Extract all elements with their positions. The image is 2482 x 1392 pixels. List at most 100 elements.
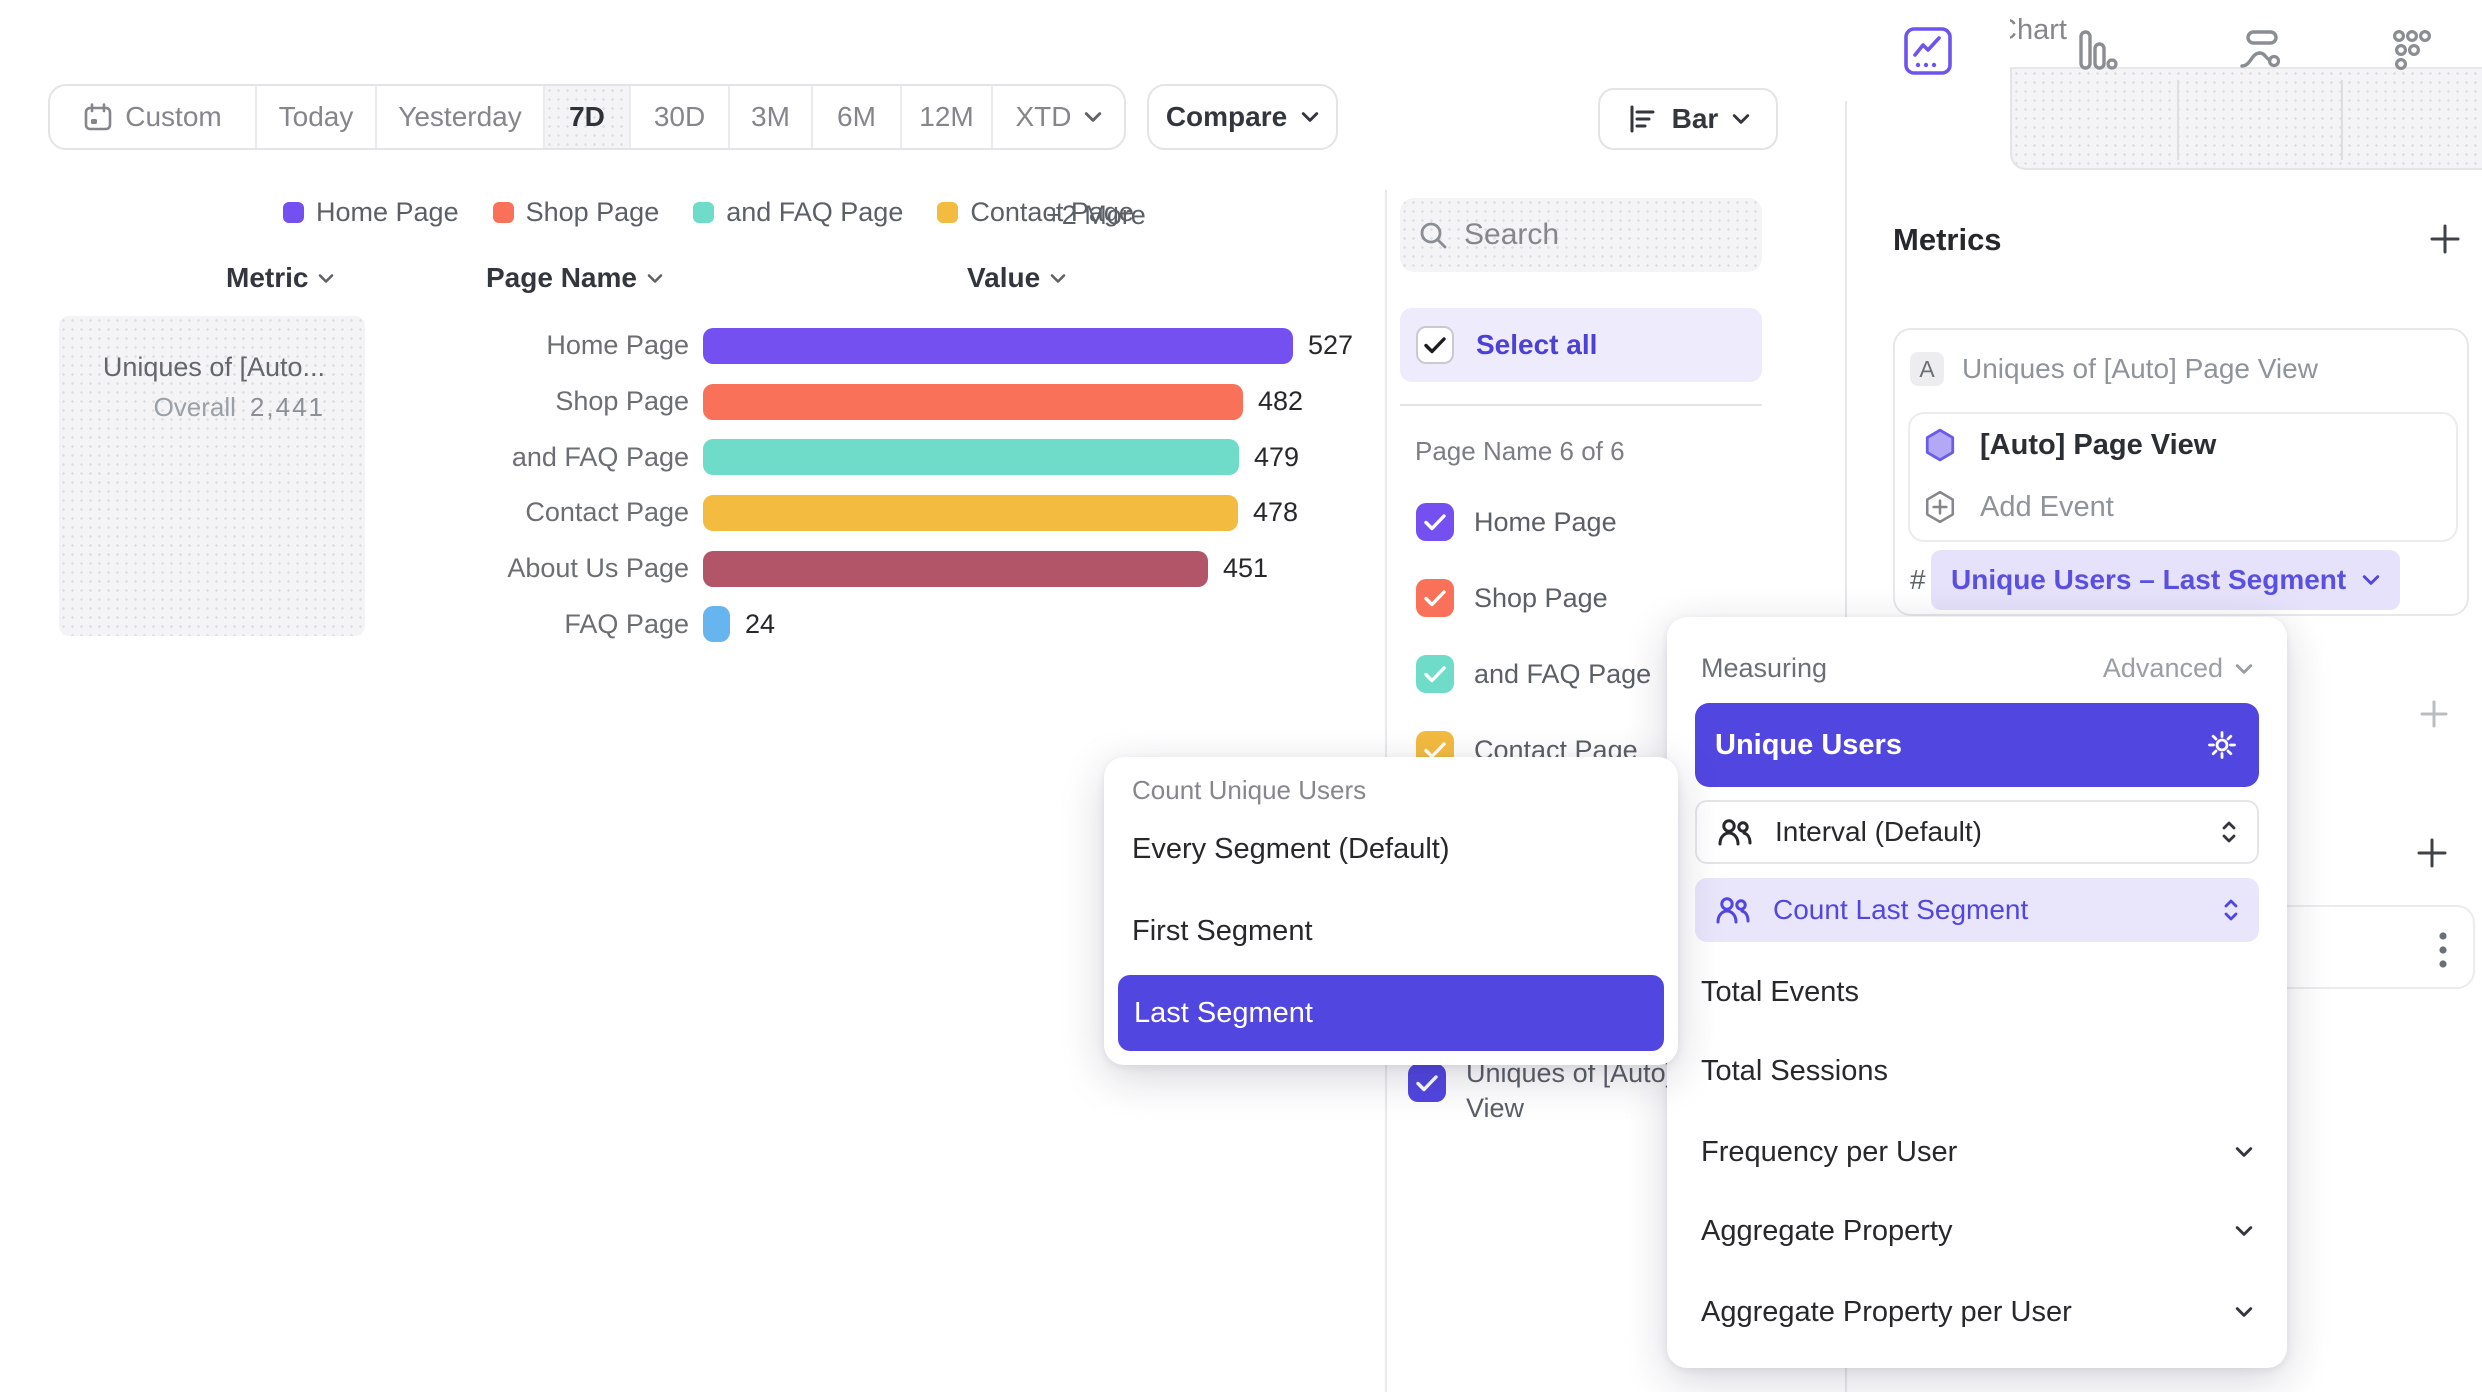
chart-tab-insights[interactable]	[1845, 0, 2010, 101]
bar-value: 451	[1223, 553, 1268, 584]
add-filter-button[interactable]	[2419, 699, 2449, 729]
bar-row: Contact Page 478	[0, 485, 1380, 541]
add-breakdown-button[interactable]	[2415, 836, 2449, 870]
users-icon	[1715, 895, 1751, 925]
bar-row-label: Shop Page	[0, 386, 689, 417]
legend-item[interactable]: Home Page	[283, 197, 459, 228]
advanced-toggle[interactable]: Advanced	[2103, 653, 2253, 684]
gear-icon[interactable]	[2205, 728, 2239, 762]
select-all-label: Select all	[1476, 329, 1597, 361]
date-today-button[interactable]: Today	[257, 86, 377, 148]
date-custom-label: Custom	[125, 101, 221, 133]
select-all-row[interactable]: Select all	[1400, 308, 1762, 382]
column-header-page-name-label: Page Name	[486, 262, 637, 294]
search-input[interactable]	[1464, 218, 1724, 252]
column-header-metric-label: Metric	[226, 262, 308, 294]
total-sessions-label: Total Sessions	[1701, 1055, 1888, 1088]
segment-checkbox[interactable]	[1416, 503, 1454, 541]
menu-item-interval[interactable]: Interval (Default)	[1695, 800, 2259, 864]
menu-item-first-segment[interactable]: First Segment	[1132, 915, 1313, 948]
menu-item-count-last-segment[interactable]: Count Last Segment	[1695, 878, 2259, 942]
bar-row: FAQ Page 24	[0, 596, 1380, 652]
date-6m-label: 6M	[837, 101, 876, 133]
add-metric-button[interactable]	[2428, 222, 2462, 256]
horizontal-bar-chart-icon	[1626, 103, 1658, 135]
date-12m-button[interactable]: 12M	[902, 86, 993, 148]
event-card: [Auto] Page View Add Event	[1908, 412, 2458, 542]
measurement-pill-label: Unique Users – Last Segment	[1951, 564, 2346, 596]
kebab-menu-icon[interactable]	[2439, 931, 2447, 969]
bar[interactable]	[703, 551, 1208, 587]
chart-tab-metrics[interactable]	[2341, 0, 2482, 101]
date-yesterday-label: Yesterday	[398, 101, 522, 133]
date-today-label: Today	[279, 101, 354, 133]
menu-item-aggregate-property[interactable]: Aggregate Property	[1701, 1205, 2253, 1257]
vertical-bar-chart-icon	[2067, 24, 2121, 78]
bar[interactable]	[703, 328, 1293, 364]
date-xtd-button[interactable]: XTD	[993, 86, 1124, 148]
menu-item-total-events[interactable]: Total Events	[1701, 966, 2253, 1018]
menu-item-aggregate-property-per-user[interactable]: Aggregate Property per User	[1701, 1286, 2253, 1338]
date-3m-button[interactable]: 3M	[730, 86, 813, 148]
chevron-down-icon	[1050, 273, 1066, 284]
menu-item-every-segment[interactable]: Every Segment (Default)	[1132, 833, 1450, 866]
add-event-label: Add Event	[1980, 491, 2114, 524]
bar-row: About Us Page 451	[0, 541, 1380, 597]
bar[interactable]	[703, 439, 1239, 475]
chart-tab-bar[interactable]	[2010, 0, 2177, 101]
date-7d-label: 7D	[569, 101, 605, 133]
select-all-checkbox[interactable]	[1416, 326, 1454, 364]
menu-item-unique-users[interactable]: Unique Users	[1695, 703, 2259, 787]
legend-label: Shop Page	[526, 197, 660, 228]
bar-row: Home Page 527	[0, 318, 1380, 374]
bar-row: and FAQ Page 479	[0, 429, 1380, 485]
menu-item-last-segment[interactable]: Last Segment	[1118, 975, 1664, 1051]
bar[interactable]	[703, 384, 1243, 420]
menu-item-total-sessions[interactable]: Total Sessions	[1701, 1045, 2253, 1097]
measuring-title: Measuring	[1701, 653, 1827, 684]
legend-item[interactable]: Shop Page	[493, 197, 660, 228]
column-header-page-name[interactable]: Page Name	[486, 262, 663, 294]
bar-row-label: FAQ Page	[0, 609, 689, 640]
legend-item[interactable]: and FAQ Page	[693, 197, 903, 228]
bar-chart: Home Page 527 Shop Page 482 and FAQ Page…	[0, 318, 1380, 652]
date-3m-label: 3M	[751, 101, 790, 133]
segment-count-menu: Count Unique Users Every Segment (Defaul…	[1104, 757, 1678, 1065]
legend-swatch	[283, 202, 304, 223]
metrics-title: Metrics	[1893, 222, 2002, 258]
legend-swatch	[693, 202, 714, 223]
chevron-down-icon	[318, 273, 334, 284]
event-row[interactable]: [Auto] Page View	[1924, 428, 2216, 462]
chevron-down-icon	[2362, 574, 2380, 586]
stepper-icon	[2221, 819, 2237, 845]
measurement-pill[interactable]: Unique Users – Last Segment	[1931, 550, 2400, 610]
bar-value: 527	[1308, 330, 1353, 361]
menu-item-frequency-per-user[interactable]: Frequency per User	[1701, 1126, 2253, 1178]
line-chart-icon	[1901, 24, 1955, 78]
date-30d-button[interactable]: 30D	[631, 86, 730, 148]
legend-more[interactable]: +2 More	[1046, 200, 1146, 231]
segment-checkbox[interactable]	[1416, 655, 1454, 693]
column-header-metric[interactable]: Metric	[226, 262, 334, 294]
segment-checkbox[interactable]	[1416, 579, 1454, 617]
chart-tab-flows[interactable]	[2177, 0, 2341, 101]
date-yesterday-button[interactable]: Yesterday	[377, 86, 545, 148]
legend-swatch	[493, 202, 514, 223]
segment-label: Shop Page	[1474, 583, 1608, 614]
advanced-label: Advanced	[2103, 653, 2223, 684]
column-header-value[interactable]: Value	[967, 262, 1066, 294]
chart-type-button[interactable]: Bar	[1598, 88, 1778, 150]
chevron-down-icon	[1084, 111, 1102, 123]
legend-label: Home Page	[316, 197, 459, 228]
add-event-row[interactable]: Add Event	[1924, 490, 2114, 524]
date-7d-button[interactable]: 7D	[545, 86, 631, 148]
segment-item[interactable]: Home Page	[1408, 484, 1778, 560]
segment-checkbox[interactable]	[1408, 1064, 1446, 1102]
bar[interactable]	[703, 606, 730, 642]
bar-row-label: Home Page	[0, 330, 689, 361]
date-custom-button[interactable]: Custom	[50, 86, 257, 148]
date-6m-button[interactable]: 6M	[813, 86, 902, 148]
check-icon	[1424, 514, 1446, 531]
compare-button[interactable]: Compare	[1147, 84, 1338, 150]
bar[interactable]	[703, 495, 1238, 531]
